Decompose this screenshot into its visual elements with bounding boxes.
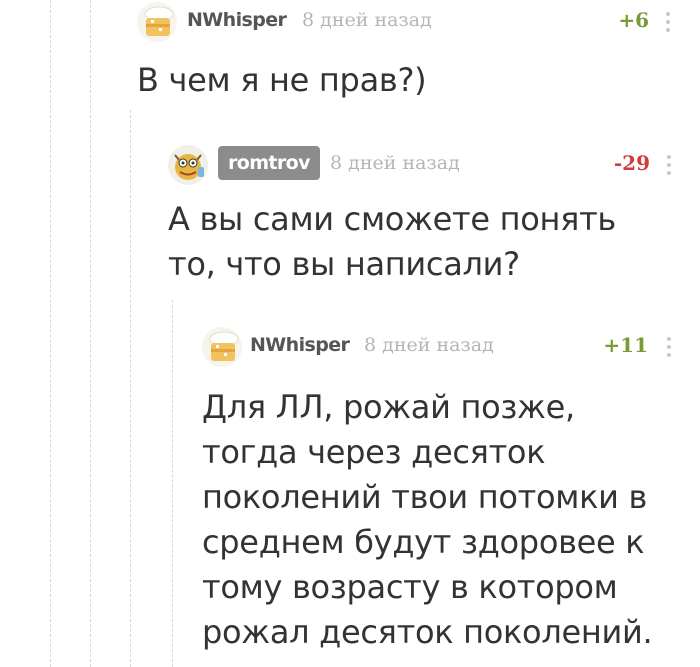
avatar[interactable] bbox=[137, 2, 177, 42]
vertical-dots-icon[interactable] bbox=[665, 8, 671, 36]
cartoon-character-icon bbox=[168, 145, 208, 185]
comment-text: Для ЛЛ, рожай позже, тогда через десяток… bbox=[202, 388, 653, 651]
comment: romtrov 8 дней назад -29 А вы сами сможе… bbox=[168, 145, 678, 295]
comment: NWhisper 8 дней назад +6 В чем я не прав… bbox=[137, 2, 677, 112]
author-name[interactable]: NWhisper bbox=[250, 334, 350, 356]
author-name[interactable]: romtrov bbox=[218, 146, 320, 180]
comment-text: В чем я не прав?) bbox=[137, 61, 427, 99]
comment-header: NWhisper 8 дней назад +11 bbox=[202, 327, 678, 367]
thread-line bbox=[130, 110, 131, 667]
comment-header: romtrov 8 дней назад -29 bbox=[168, 145, 678, 185]
cake-icon bbox=[202, 327, 242, 367]
avatar[interactable] bbox=[168, 145, 208, 185]
thread-line bbox=[90, 0, 91, 667]
comment-time: 8 дней назад bbox=[330, 152, 460, 174]
cake-icon bbox=[137, 2, 177, 42]
author-name[interactable]: NWhisper bbox=[187, 9, 287, 31]
comment-text: А вы сами сможете понять то, что вы напи… bbox=[168, 200, 616, 283]
vertical-dots-icon[interactable] bbox=[666, 333, 672, 361]
comment-time: 8 дней назад bbox=[364, 334, 494, 356]
comment-rating: -29 bbox=[613, 151, 650, 175]
comment-rating: +6 bbox=[618, 8, 649, 32]
comment-header: NWhisper 8 дней назад +6 bbox=[137, 2, 677, 42]
thread-line bbox=[50, 0, 51, 667]
avatar[interactable] bbox=[202, 327, 242, 367]
thread-line bbox=[172, 300, 173, 667]
vertical-dots-icon[interactable] bbox=[666, 151, 672, 179]
comment-rating: +11 bbox=[603, 333, 648, 357]
comment-time: 8 дней назад bbox=[302, 9, 432, 31]
comment: NWhisper 8 дней назад +11 Для ЛЛ, рожай … bbox=[202, 327, 678, 667]
